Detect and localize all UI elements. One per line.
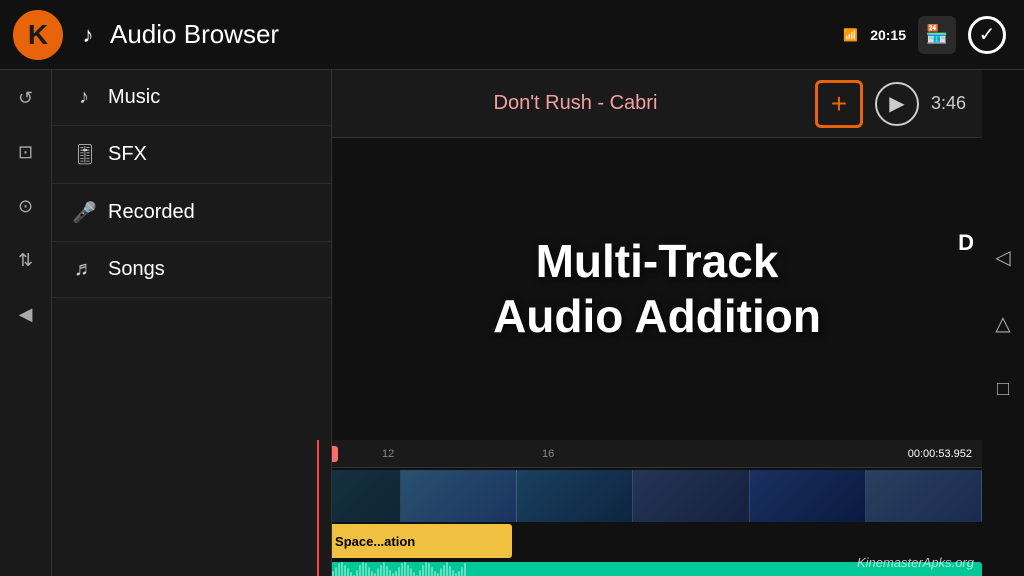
d-letter: D bbox=[958, 230, 974, 256]
ruler-marker-12: 12 bbox=[382, 448, 394, 460]
time-indicator bbox=[317, 440, 319, 576]
waveform-bar bbox=[410, 568, 412, 576]
songs-label: Songs bbox=[108, 258, 165, 281]
waveform-bar bbox=[335, 567, 337, 576]
play-button[interactable]: ▶ bbox=[875, 82, 919, 126]
waveform-bar bbox=[389, 570, 391, 576]
waveform-bar bbox=[440, 568, 442, 576]
film-frame bbox=[517, 470, 633, 522]
waveform-bar bbox=[464, 563, 466, 576]
settings-button[interactable]: ⊙ bbox=[8, 188, 44, 224]
sidebar-item-songs[interactable]: ♬ Songs bbox=[52, 242, 331, 298]
waveform-bar bbox=[431, 567, 433, 576]
music-note-icon: ♪ bbox=[72, 19, 104, 51]
left-sidebar: ↺ ⊡ ⊙ ⇅ ◀ bbox=[0, 70, 52, 576]
waveform-bar bbox=[365, 563, 367, 576]
waveform-bar bbox=[401, 563, 403, 576]
sidebar-item-recorded[interactable]: 🎤 Recorded bbox=[52, 184, 331, 242]
back-button[interactable]: ◀ bbox=[8, 296, 44, 332]
back-nav-button[interactable]: ◁ bbox=[985, 239, 1021, 275]
sidebar-item-music[interactable]: ♪ Music bbox=[52, 70, 331, 126]
waveform-bar bbox=[344, 565, 346, 576]
layers-button[interactable]: ⇅ bbox=[8, 242, 44, 278]
track-duration: 3:46 bbox=[931, 93, 966, 114]
waveform-bar bbox=[449, 566, 451, 576]
right-nav: ◁ △ □ bbox=[982, 70, 1024, 576]
waveform-bar bbox=[341, 562, 343, 576]
waveform-bar bbox=[356, 570, 358, 576]
film-frame bbox=[866, 470, 982, 522]
current-track-name: Don't Rush - Cabri bbox=[348, 92, 803, 115]
confirm-button[interactable]: ✓ bbox=[968, 16, 1006, 54]
waveform-bar bbox=[398, 567, 400, 576]
waveform-bar bbox=[350, 572, 352, 576]
undo-button[interactable]: ↺ bbox=[8, 80, 44, 116]
waveform-bar bbox=[434, 571, 436, 576]
waveform-bar bbox=[407, 565, 409, 576]
film-frame bbox=[633, 470, 749, 522]
recorded-label: Recorded bbox=[108, 201, 195, 224]
sidebar-item-sfx[interactable]: 🎚 SFX bbox=[52, 126, 331, 184]
mic-icon: 🎤 bbox=[72, 200, 96, 225]
waveform-bar bbox=[359, 565, 361, 576]
waveform-bar bbox=[362, 562, 364, 576]
battery-time: 20:15 bbox=[870, 27, 906, 43]
text-track-label: Space...ation bbox=[335, 534, 415, 549]
waveform-bar bbox=[386, 566, 388, 576]
waveform-bar bbox=[419, 570, 421, 576]
waveform-bar bbox=[332, 571, 334, 576]
track-header: Don't Rush - Cabri + ▶ 3:46 bbox=[332, 70, 982, 138]
sfx-label: SFX bbox=[108, 143, 147, 166]
waveform-bar bbox=[377, 568, 379, 576]
waveform-bar bbox=[368, 567, 370, 576]
top-bar-right: 📶 20:15 🏪 ✓ bbox=[843, 16, 1006, 54]
square-nav-button[interactable]: □ bbox=[985, 371, 1021, 407]
text-track[interactable]: 𝐓 Space...ation bbox=[312, 524, 512, 558]
waveform-bar bbox=[404, 562, 406, 576]
watermark: KinemasterApks.org bbox=[857, 555, 974, 570]
music-label: Music bbox=[108, 86, 160, 109]
waveform-bar bbox=[347, 568, 349, 576]
app-logo: K bbox=[10, 7, 66, 63]
waveform-bar bbox=[446, 562, 448, 576]
waveform-bar bbox=[395, 571, 397, 576]
music-icon: ♪ bbox=[72, 86, 96, 109]
crop-button[interactable]: ⊡ bbox=[8, 134, 44, 170]
overlay-text: Multi-Track Audio Addition bbox=[332, 138, 982, 440]
waveform-bar bbox=[380, 565, 382, 576]
ruler-marker-16: 16 bbox=[542, 448, 554, 460]
overlay-line2: Audio Addition bbox=[493, 289, 821, 344]
waveform-bar bbox=[425, 562, 427, 576]
waveform-bar bbox=[413, 572, 415, 576]
waveform-bar bbox=[371, 571, 373, 576]
main-content: Don't Rush - Cabri + ▶ 3:46 Multi-Track … bbox=[332, 70, 982, 440]
waveform-bar bbox=[461, 567, 463, 576]
sfx-icon: 🎚 bbox=[72, 142, 96, 167]
end-time-badge: 00:00:53.952 bbox=[908, 448, 972, 460]
page-title: Audio Browser bbox=[110, 19, 843, 50]
add-track-button[interactable]: + bbox=[815, 80, 863, 128]
home-nav-button[interactable]: △ bbox=[985, 305, 1021, 341]
signal-icon: 📶 bbox=[843, 28, 858, 42]
waveform-bar bbox=[422, 565, 424, 576]
store-icon[interactable]: 🏪 bbox=[918, 16, 956, 54]
songs-icon: ♬ bbox=[72, 258, 96, 281]
waveform-bar bbox=[443, 565, 445, 576]
waveform-bar bbox=[428, 563, 430, 576]
waveform-bar bbox=[383, 562, 385, 576]
waveform-bar bbox=[338, 563, 340, 576]
waveform-bar bbox=[452, 570, 454, 576]
waveform-bar bbox=[458, 571, 460, 576]
audio-browser-panel: ♪ Music 🎚 SFX 🎤 Recorded ♬ Songs bbox=[52, 70, 332, 576]
film-frame bbox=[401, 470, 517, 522]
overlay-line1: Multi-Track bbox=[536, 234, 779, 289]
top-bar: K ♪ Audio Browser 📶 20:15 🏪 ✓ bbox=[0, 0, 1024, 70]
film-frame bbox=[750, 470, 866, 522]
